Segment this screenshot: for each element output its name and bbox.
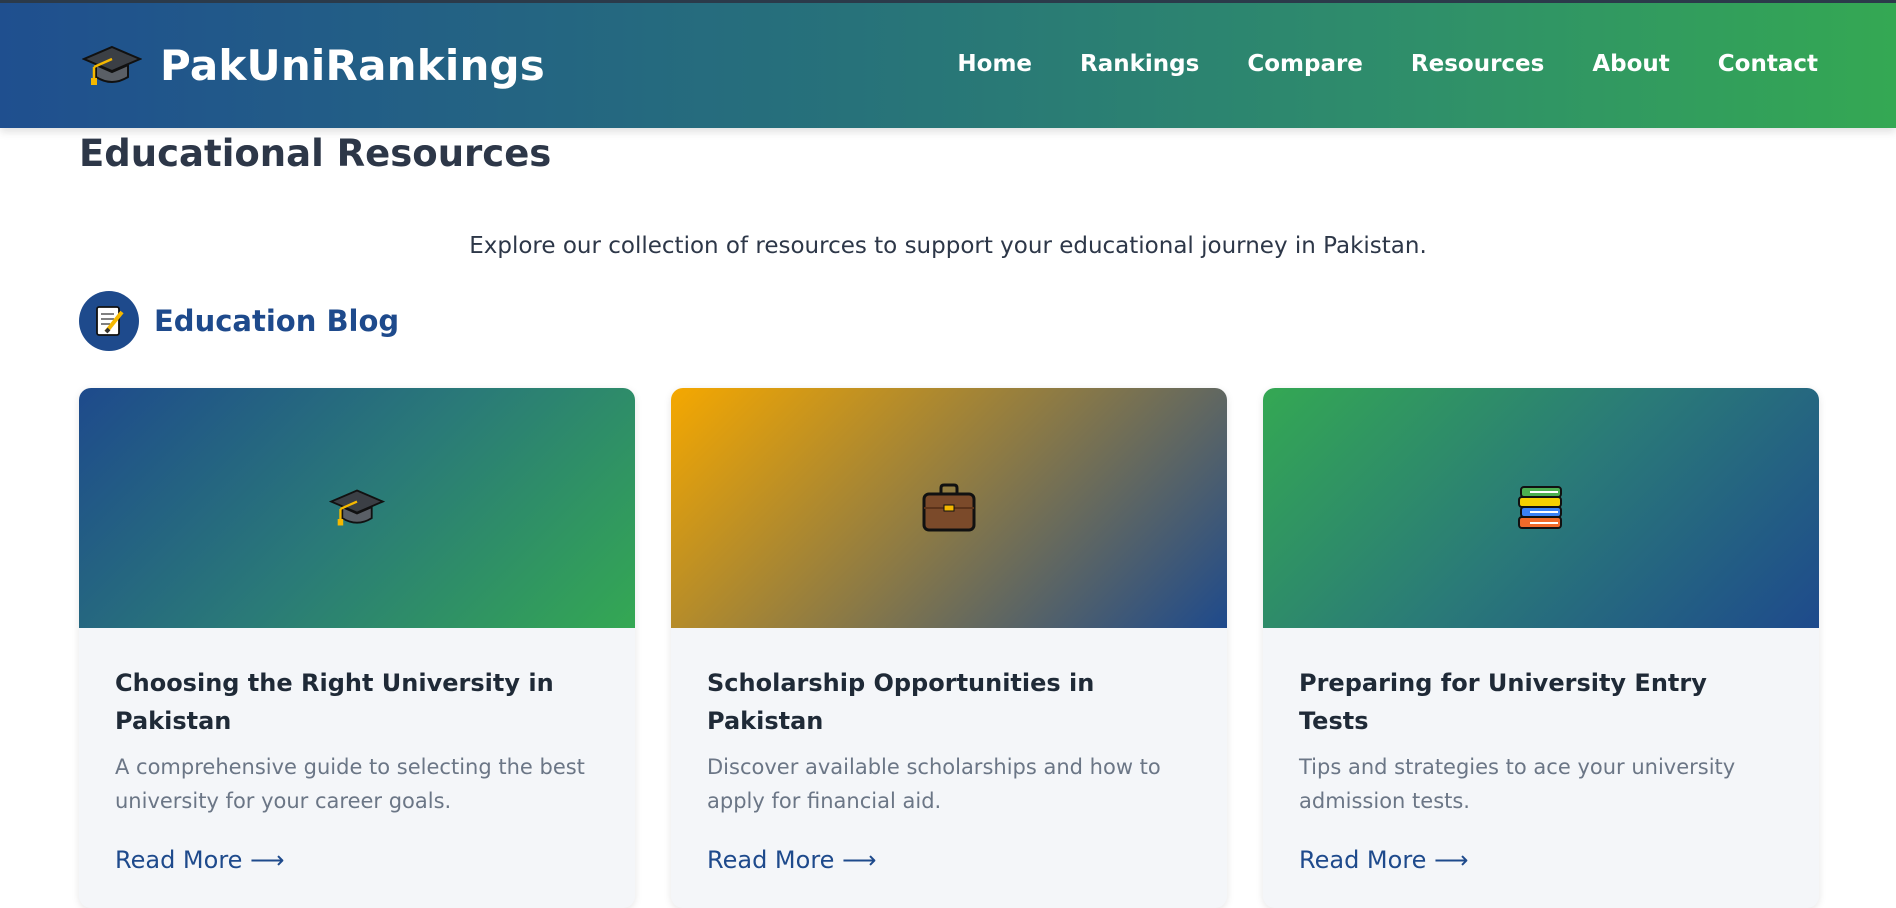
nav-compare[interactable]: Compare bbox=[1247, 53, 1363, 76]
nav-home[interactable]: Home bbox=[957, 53, 1032, 76]
page-intro: Explore our collection of resources to s… bbox=[469, 233, 1427, 259]
briefcase-icon bbox=[922, 483, 976, 532]
card-description: A comprehensive guide to selecting the b… bbox=[115, 755, 585, 813]
graduation-cap-icon bbox=[82, 45, 142, 85]
card-body: Preparing for University Entry Tests Tip… bbox=[1263, 628, 1819, 874]
section-title: Education Blog bbox=[154, 304, 400, 338]
site-name: PakUniRankings bbox=[160, 41, 546, 90]
card-title[interactable]: Choosing the Right University in Pakista… bbox=[115, 664, 599, 740]
blog-card-choosing-university: Choosing the Right University in Pakista… bbox=[79, 388, 635, 908]
blog-card-scholarships: Scholarship Opportunities in Pakistan Di… bbox=[671, 388, 1227, 908]
nav-about[interactable]: About bbox=[1592, 53, 1669, 76]
memo-icon bbox=[96, 306, 124, 336]
card-title[interactable]: Scholarship Opportunities in Pakistan bbox=[707, 664, 1191, 740]
card-description: Discover available scholarships and how … bbox=[707, 755, 1161, 813]
read-more-link[interactable]: Read More ⟶ bbox=[707, 846, 876, 874]
section-icon-badge bbox=[79, 291, 139, 351]
card-body: Choosing the Right University in Pakista… bbox=[79, 628, 635, 874]
nav-rankings[interactable]: Rankings bbox=[1080, 53, 1199, 76]
graduation-cap-icon bbox=[329, 489, 385, 526]
card-banner bbox=[671, 388, 1227, 628]
blog-card-entry-tests: Preparing for University Entry Tests Tip… bbox=[1263, 388, 1819, 908]
card-banner bbox=[79, 388, 635, 628]
nav-contact[interactable]: Contact bbox=[1718, 53, 1818, 76]
main-nav: Home Rankings Compare Resources About Co… bbox=[957, 53, 1818, 76]
site-header: PakUniRankings Home Rankings Compare Res… bbox=[0, 0, 1896, 128]
card-description: Tips and strategies to ace your universi… bbox=[1299, 755, 1736, 813]
read-more-link[interactable]: Read More ⟶ bbox=[1299, 846, 1468, 874]
nav-resources[interactable]: Resources bbox=[1411, 53, 1544, 76]
card-banner bbox=[1263, 388, 1819, 628]
site-logo[interactable]: PakUniRankings bbox=[82, 41, 545, 91]
page-title: Educational Resources bbox=[79, 132, 552, 175]
books-icon bbox=[1518, 486, 1562, 529]
section-header-education-blog: Education Blog bbox=[79, 291, 399, 351]
read-more-link[interactable]: Read More ⟶ bbox=[115, 846, 284, 874]
card-title[interactable]: Preparing for University Entry Tests bbox=[1299, 664, 1783, 740]
card-body: Scholarship Opportunities in Pakistan Di… bbox=[671, 628, 1227, 874]
